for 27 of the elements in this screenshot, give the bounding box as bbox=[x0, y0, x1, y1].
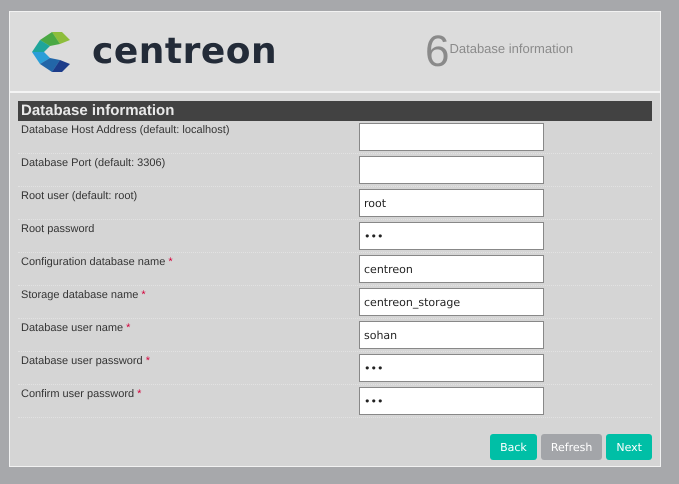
field-label: Root password bbox=[21, 223, 94, 235]
field-label: Root user (default: root) bbox=[21, 190, 138, 202]
section-title: Database information bbox=[18, 101, 652, 121]
input-field[interactable] bbox=[359, 123, 544, 151]
field-label: Configuration database name bbox=[21, 256, 166, 268]
field-label: Storage database name bbox=[21, 289, 138, 301]
required-mark: * bbox=[141, 289, 146, 301]
field-label: Confirm user password bbox=[21, 388, 134, 400]
input-field[interactable]: ••• bbox=[359, 222, 544, 250]
step-number: 6 bbox=[425, 28, 450, 74]
required-mark: * bbox=[146, 355, 150, 367]
required-mark: * bbox=[126, 322, 130, 334]
input-field[interactable]: centreon_storage bbox=[359, 288, 544, 316]
field-label: Database Port (default: 3306) bbox=[21, 157, 166, 169]
field-label: Database user name bbox=[21, 322, 124, 334]
field-label: Database Host Address (default: localhost) bbox=[21, 124, 230, 136]
input-field[interactable] bbox=[359, 156, 544, 184]
logo-text: centreon bbox=[92, 30, 278, 74]
input-field[interactable]: ••• bbox=[359, 387, 544, 415]
required-mark: * bbox=[137, 388, 142, 400]
step-title: Database information bbox=[449, 41, 574, 56]
input-field[interactable]: ••• bbox=[359, 354, 544, 382]
required-mark: * bbox=[168, 256, 173, 268]
input-field[interactable]: sohan bbox=[359, 321, 544, 349]
field-label: Database user password bbox=[21, 355, 143, 367]
input-field[interactable]: centreon bbox=[359, 255, 544, 283]
input-field[interactable]: root bbox=[359, 189, 544, 217]
